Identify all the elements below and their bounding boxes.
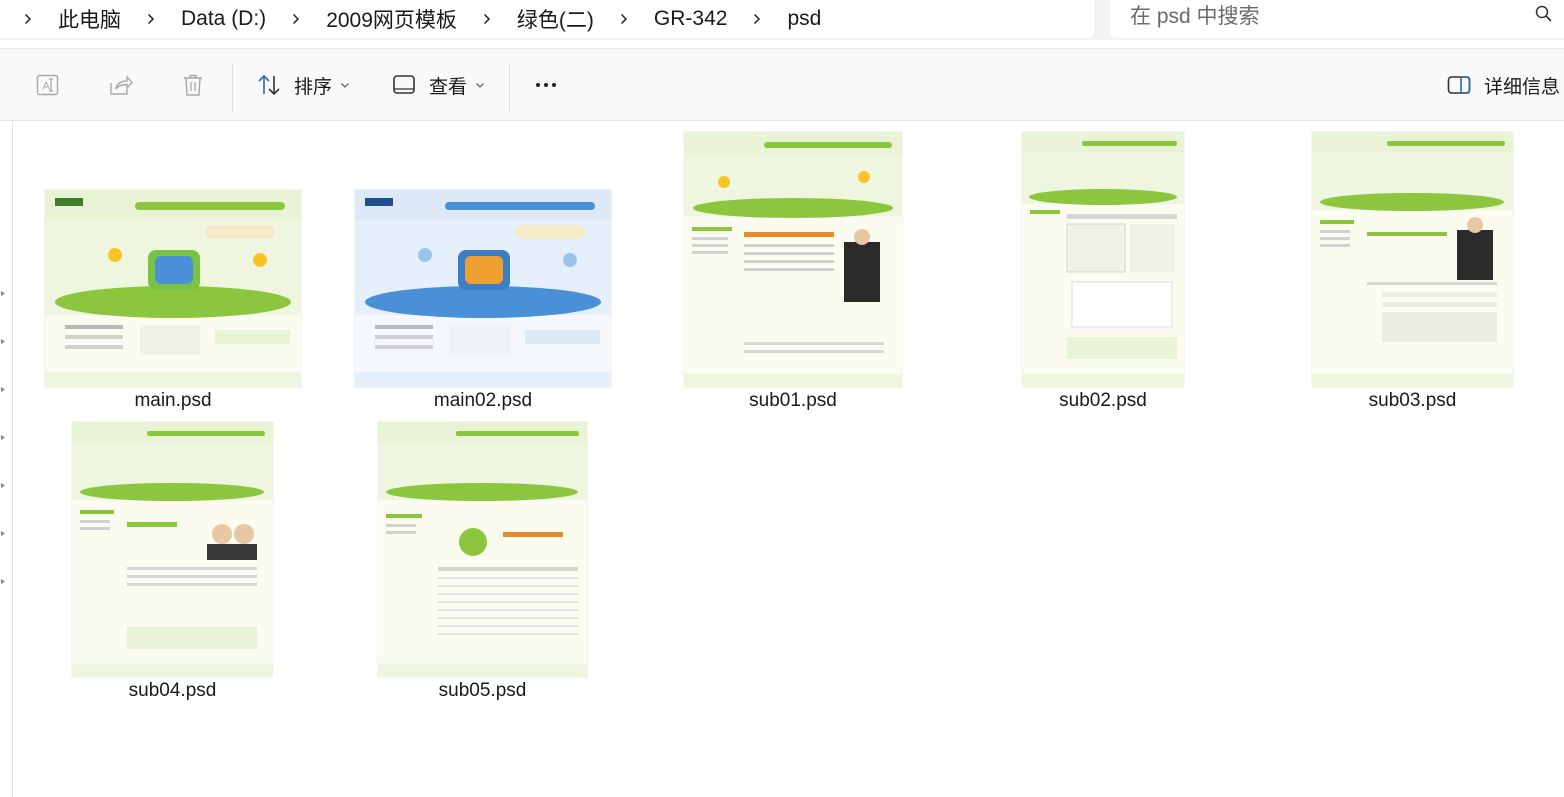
psd-thumbnail-image xyxy=(1022,132,1184,387)
address-row: 此电脑 Data (D:) 2009网页模板 绿色(二) GR-342 psd xyxy=(0,0,1564,40)
sort-icon xyxy=(258,74,280,96)
details-pane-icon xyxy=(1447,76,1471,94)
psd-thumbnail-image xyxy=(45,190,301,387)
rename-icon[interactable]: A xyxy=(34,71,62,99)
nav-expand-icon[interactable] xyxy=(0,434,7,441)
toolbar-divider xyxy=(509,63,510,111)
file-name: main.psd xyxy=(134,390,212,411)
sort-label: 排序 xyxy=(294,76,333,98)
details-label: 详细信息 xyxy=(1484,76,1561,98)
psd-thumbnail-image xyxy=(72,422,273,677)
toolbar-divider xyxy=(232,63,233,111)
more-options-icon[interactable] xyxy=(530,75,562,95)
file-name: sub04.psd xyxy=(128,680,217,701)
nav-expand-icon[interactable] xyxy=(0,482,7,489)
chevron-right-icon[interactable] xyxy=(20,11,36,27)
breadcrumb-item-templates[interactable]: 2009网页模板 xyxy=(326,4,457,34)
view-button[interactable]: 查看 xyxy=(391,67,485,103)
nav-expand-icon[interactable] xyxy=(0,386,7,393)
chevron-right-icon[interactable] xyxy=(616,11,632,27)
chevron-down-icon xyxy=(341,83,349,88)
breadcrumb-item-psd[interactable]: psd xyxy=(787,7,821,31)
file-thumbnail[interactable] xyxy=(1312,132,1513,387)
file-thumbnail[interactable] xyxy=(45,190,301,387)
breadcrumb[interactable]: 此电脑 Data (D:) 2009网页模板 绿色(二) GR-342 psd xyxy=(0,0,1094,38)
view-icon xyxy=(393,75,415,94)
file-name: sub05.psd xyxy=(438,680,527,701)
chevron-right-icon[interactable] xyxy=(479,11,495,27)
psd-thumbnail-image xyxy=(355,190,611,387)
nav-expand-icon[interactable] xyxy=(0,338,7,345)
search-input[interactable] xyxy=(1128,2,1512,32)
file-name: sub01.psd xyxy=(749,390,837,411)
nav-pane-edge[interactable] xyxy=(12,120,13,797)
share-icon[interactable] xyxy=(106,71,134,99)
file-thumbnail[interactable] xyxy=(1022,132,1184,387)
file-name: sub02.psd xyxy=(1059,390,1147,411)
breadcrumb-item-green[interactable]: 绿色(二) xyxy=(517,4,594,34)
file-thumbnail[interactable] xyxy=(684,132,902,387)
nav-expand-icon[interactable] xyxy=(0,290,7,297)
file-thumbnail[interactable] xyxy=(355,190,611,387)
search-box[interactable] xyxy=(1110,0,1564,38)
chevron-down-icon xyxy=(476,83,484,88)
chevron-right-icon[interactable] xyxy=(288,11,304,27)
view-label: 查看 xyxy=(429,76,468,98)
breadcrumb-item-gr342[interactable]: GR-342 xyxy=(654,7,728,31)
file-thumbnail[interactable] xyxy=(378,422,587,677)
search-icon[interactable] xyxy=(1534,4,1554,24)
file-name: sub03.psd xyxy=(1368,390,1457,411)
details-button[interactable]: 详细信息 xyxy=(1446,67,1560,103)
breadcrumb-item-drive[interactable]: Data (D:) xyxy=(181,7,266,31)
nav-expand-icon[interactable] xyxy=(0,578,7,585)
psd-thumbnail-image xyxy=(684,132,902,387)
breadcrumb-item-this-pc[interactable]: 此电脑 xyxy=(58,4,121,34)
nav-expand-icon[interactable] xyxy=(0,530,7,537)
chevron-right-icon[interactable] xyxy=(143,11,159,27)
file-thumbnail[interactable] xyxy=(72,422,273,677)
file-view: main.psd main02.psd sub01.psd sub02.psd … xyxy=(0,120,1564,797)
psd-thumbnail-image xyxy=(378,422,587,677)
delete-icon[interactable] xyxy=(179,71,207,99)
file-name: main02.psd xyxy=(433,390,533,411)
command-bar: A 排序 查看 详细信息 xyxy=(0,48,1564,121)
sort-button[interactable]: 排序 xyxy=(256,67,350,103)
chevron-right-icon[interactable] xyxy=(749,11,765,27)
psd-thumbnail-image xyxy=(1312,132,1513,387)
